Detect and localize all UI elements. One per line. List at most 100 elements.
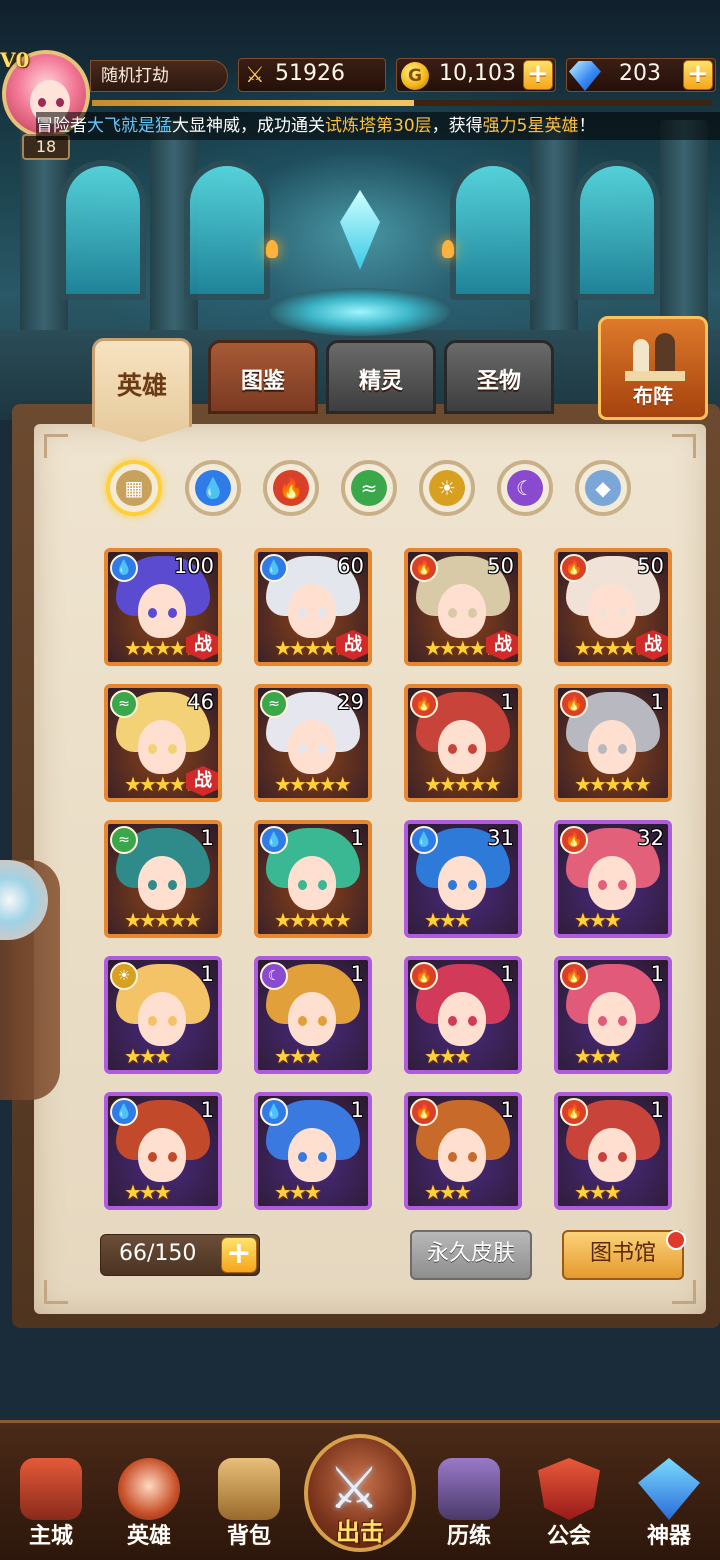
- tab-relic[interactable]: 圣物: [444, 340, 554, 414]
- hero-eye: [298, 1152, 307, 1162]
- nav-bag[interactable]: 背包: [204, 1450, 294, 1556]
- hero-level: 1: [500, 962, 514, 986]
- window: [450, 160, 536, 300]
- filter-wind[interactable]: ≈: [341, 460, 397, 516]
- hero-eye: [148, 1152, 157, 1162]
- hero-card[interactable]: ☾ 1 ★★★: [254, 956, 372, 1074]
- hero-card[interactable]: 🔥 50 ★★★★★ 战: [554, 548, 672, 666]
- filter-light[interactable]: ☀: [419, 460, 475, 516]
- hero-eye: [448, 1016, 457, 1026]
- hero-card[interactable]: 💧 31 ★★★: [404, 820, 522, 938]
- chess-pieces-icon: [625, 333, 685, 383]
- hero-card[interactable]: 💧 1 ★★★: [254, 1092, 372, 1210]
- hero-face: [288, 720, 336, 774]
- bag-icon: [218, 1458, 280, 1520]
- hero-card[interactable]: 🔥 1 ★★★: [554, 956, 672, 1074]
- hero-card[interactable]: 💧 1 ★★★: [104, 1092, 222, 1210]
- nav-main-city[interactable]: 主城: [6, 1450, 96, 1556]
- hero-stars: ★★★: [424, 1180, 472, 1204]
- element-water-icon: 💧: [110, 554, 138, 582]
- hero-card[interactable]: ≈1 ★★★★★: [104, 820, 222, 938]
- filter-dark[interactable]: ☾: [497, 460, 553, 516]
- hero-eye: [318, 880, 327, 890]
- element-fire-icon: 🔥: [560, 962, 588, 990]
- element-fire-icon: 🔥: [560, 554, 588, 582]
- grid-icon: ▦: [116, 470, 152, 506]
- hero-face: [288, 992, 336, 1046]
- hero-card[interactable]: 🔥 1 ★★★★★: [404, 684, 522, 802]
- hero-level: 1: [650, 962, 664, 986]
- hero-eye: [168, 1016, 177, 1026]
- hero-capacity: 66/150 +: [100, 1234, 260, 1276]
- hero-card[interactable]: 🔥 1 ★★★: [554, 1092, 672, 1210]
- hero-stars: ★★★: [574, 908, 622, 932]
- filter-neutral[interactable]: ◆: [575, 460, 631, 516]
- gold-value: 10,103: [439, 61, 516, 86]
- hero-card[interactable]: 🔥 1 ★★★: [404, 1092, 522, 1210]
- nav-attack[interactable]: ⚔ 出击: [304, 1434, 416, 1552]
- hero-level: 100: [173, 554, 214, 578]
- avatar-eye: [56, 98, 64, 107]
- hero-eye: [298, 1016, 307, 1026]
- element-fire-icon: 🔥: [410, 962, 438, 990]
- hero-card[interactable]: 💧 1 ★★★★★: [254, 820, 372, 938]
- expand-capacity-button[interactable]: +: [221, 1237, 257, 1273]
- nav-artifact[interactable]: 神器: [624, 1450, 714, 1556]
- add-gems-button[interactable]: +: [683, 60, 713, 90]
- hero-stars: ★★★: [574, 1044, 622, 1068]
- hero-eye: [468, 744, 477, 754]
- hero-card[interactable]: ☀ 1 ★★★: [104, 956, 222, 1074]
- formation-button[interactable]: 布阵: [598, 316, 708, 420]
- crossed-swords-icon: ⚔: [245, 63, 265, 88]
- hero-stars: ★★★★★: [424, 772, 502, 796]
- hero-level: 1: [500, 1098, 514, 1122]
- broadcast-reward: 强力5星英雄: [482, 116, 579, 136]
- hero-card[interactable]: 💧 100 ★★★★★ 战: [104, 548, 222, 666]
- hero-face: [438, 720, 486, 774]
- element-fire-icon: 🔥: [410, 1098, 438, 1126]
- permanent-skin-button[interactable]: 永久皮肤: [410, 1230, 532, 1280]
- nav-heroes[interactable]: 英雄: [104, 1450, 194, 1556]
- nav-guild[interactable]: 公会: [524, 1450, 614, 1556]
- nav-trial[interactable]: 历练: [424, 1450, 514, 1556]
- hero-eye: [598, 1152, 607, 1162]
- filter-water[interactable]: 💧: [185, 460, 241, 516]
- hero-eye: [618, 1152, 627, 1162]
- hero-card[interactable]: 🔥 50 ★★★★★ 战: [404, 548, 522, 666]
- hero-face: [138, 720, 186, 774]
- hero-card[interactable]: ≈46 ★★★★★ 战: [104, 684, 222, 802]
- hero-face: [438, 584, 486, 638]
- gem-resource: 203 +: [566, 58, 716, 92]
- hero-level: 32: [637, 826, 664, 850]
- formation-label: 布阵: [633, 384, 673, 408]
- element-water-icon: 💧: [260, 826, 288, 854]
- gem-value: 203: [619, 61, 661, 86]
- filter-fire[interactable]: 🔥: [263, 460, 319, 516]
- add-gold-button[interactable]: +: [523, 60, 553, 90]
- hero-stars: ★★★: [274, 1180, 322, 1204]
- hero-eye: [468, 1152, 477, 1162]
- vip-level[interactable]: V0: [0, 48, 29, 72]
- window: [184, 160, 270, 300]
- hero-card[interactable]: 🔥 32 ★★★: [554, 820, 672, 938]
- avatar-eye: [38, 98, 46, 107]
- tab-spirit[interactable]: 精灵: [326, 340, 436, 414]
- hero-face: [288, 1128, 336, 1182]
- hero-level: 1: [650, 1098, 664, 1122]
- hero-eye: [298, 880, 307, 890]
- hero-eye: [598, 744, 607, 754]
- tab-hero[interactable]: 英雄: [92, 338, 192, 442]
- hero-card[interactable]: 🔥 1 ★★★: [404, 956, 522, 1074]
- nav-label: 背包: [226, 1524, 271, 1549]
- hero-card[interactable]: 🔥 1 ★★★★★: [554, 684, 672, 802]
- hero-stars: ★★★: [124, 1044, 172, 1068]
- hero-level: 1: [200, 962, 214, 986]
- player-name[interactable]: 随机打劫: [90, 60, 228, 92]
- hero-eye: [318, 1152, 327, 1162]
- filter-all[interactable]: ▦: [106, 460, 162, 516]
- hero-stars: ★★★★★: [574, 772, 652, 796]
- hero-card[interactable]: ≈29 ★★★★★: [254, 684, 372, 802]
- tab-codex[interactable]: 图鉴: [208, 340, 318, 414]
- diamond-icon: [569, 61, 601, 91]
- hero-card[interactable]: 💧 60 ★★★★★ 战: [254, 548, 372, 666]
